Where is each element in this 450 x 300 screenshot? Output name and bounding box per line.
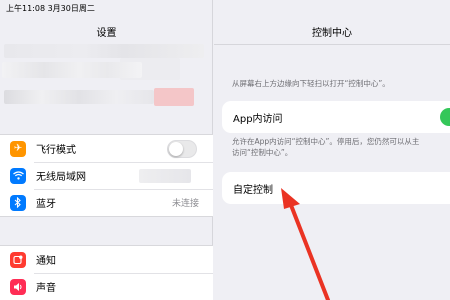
airplane-icon: ✈ — [10, 140, 26, 157]
sidebar-item-sounds[interactable]: 声音 — [0, 273, 213, 300]
app-access-toggle[interactable] — [440, 108, 450, 126]
bluetooth-status: 未连接 — [171, 199, 199, 209]
sidebar-item-label: 飞行模式 — [36, 145, 76, 156]
blurred-region — [4, 44, 204, 58]
nav-divider — [214, 44, 450, 45]
airplane-mode-toggle[interactable] — [167, 139, 197, 158]
app-access-footer: 允许在App内访问“控制中心”。停用后，您仍然可以从主 访问“控制中心”。 — [232, 136, 419, 158]
footer-line: 允许在App内访问“控制中心”。停用后，您仍然可以从主 — [232, 137, 420, 146]
settings-group-connectivity: ✈ 飞行模式 无线局域网 蓝牙 未连接 — [0, 134, 213, 217]
footer-line: 访问“控制中心”。 — [232, 148, 293, 157]
sidebar-item-label: 通知 — [36, 256, 56, 267]
settings-sidebar: 设置 ✈ 飞行模式 无线局域网 蓝牙 未连接 通知 声音 — [0, 0, 213, 300]
sidebar-item-notifications[interactable]: 通知 — [0, 246, 213, 273]
sidebar-item-airplane-mode[interactable]: ✈ 飞行模式 — [0, 135, 213, 162]
control-center-description: 从屏幕右上方边缘向下轻扫以打开“控制中心”。 — [232, 79, 390, 88]
sidebar-item-label: 无线局域网 — [36, 172, 86, 183]
notifications-icon — [10, 251, 26, 268]
page-title: 控制中心 — [312, 28, 352, 39]
wifi-icon — [10, 167, 26, 184]
bluetooth-icon — [10, 194, 26, 211]
sidebar-item-label: 声音 — [36, 283, 56, 294]
settings-group-notifications: 通知 声音 — [0, 245, 213, 300]
app-access-row[interactable]: App内访问 — [222, 101, 450, 133]
toggle-knob — [169, 141, 183, 156]
customize-controls-label: 自定控制 — [233, 184, 273, 196]
status-time-date: 上午11:08 3月30日周二 — [6, 4, 95, 13]
sidebar-item-wifi[interactable]: 无线局域网 — [0, 162, 213, 189]
sounds-icon — [10, 278, 26, 295]
blurred-region — [139, 168, 191, 183]
blurred-region — [2, 62, 142, 78]
app-access-label: App内访问 — [233, 113, 283, 125]
control-center-pane: 控制中心 从屏幕右上方边缘向下轻扫以打开“控制中心”。 App内访问 允许在Ap… — [214, 0, 450, 300]
sidebar-title: 设置 — [96, 28, 117, 39]
blurred-region — [154, 88, 194, 106]
sidebar-item-label: 蓝牙 — [36, 199, 56, 210]
sidebar-item-bluetooth[interactable]: 蓝牙 未连接 — [0, 189, 213, 216]
blurred-region — [4, 90, 154, 104]
status-bar: 上午11:08 3月30日周二 — [0, 0, 450, 16]
customize-controls-row[interactable]: 自定控制 — [222, 172, 450, 204]
